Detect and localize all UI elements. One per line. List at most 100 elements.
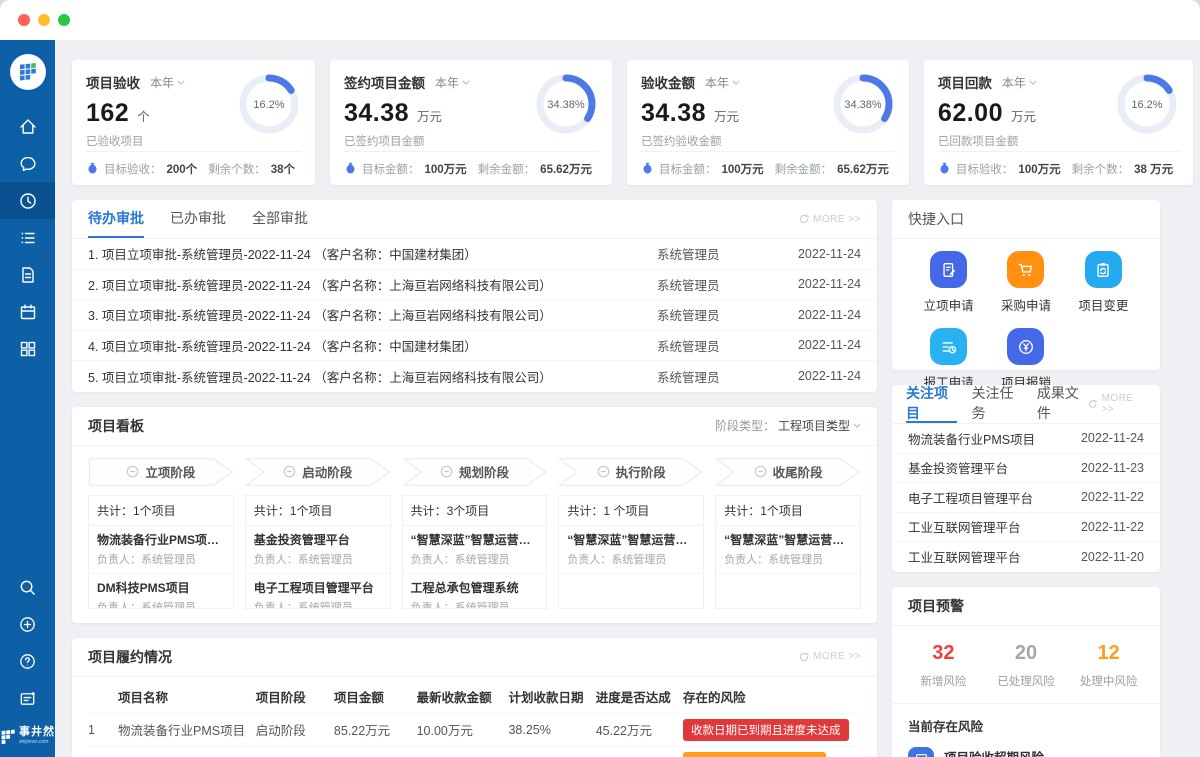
sidebar-item-calendar[interactable] [0, 293, 55, 330]
stage-status-icon [754, 465, 767, 478]
kpi-title: 项目验收 [86, 72, 140, 92]
kanban-card[interactable]: DM科技PMS项目负责人：系统管理员 [89, 574, 233, 609]
cart-icon [1017, 261, 1035, 279]
period-select[interactable]: 本年 [435, 74, 470, 91]
stage-arrow-closing[interactable]: 收尾阶段 [715, 458, 861, 486]
approvals-more-link[interactable]: MORE >> [799, 214, 861, 225]
quick-entry-initiation[interactable]: 立项申请 [910, 251, 987, 314]
table-row[interactable]: 2 科学技术数字化管理平台 规划阶段 32.23万元 16.00万元 49.35… [88, 747, 861, 757]
period-select[interactable]: 本年 [1002, 74, 1037, 91]
sidebar-item-search[interactable] [0, 569, 55, 606]
warning-title: 项目预警 [908, 596, 964, 616]
kpi-card-acceptance: 项目验收 本年 162个 已验收项目 16.2% [72, 60, 315, 185]
kpi-subtitle: 已签约项目金额 [344, 133, 470, 149]
stage-arrow-planning[interactable]: 规划阶段 [402, 458, 548, 486]
quick-entry-reimburse[interactable]: 项目报销 [987, 328, 1064, 391]
kpi-card-signed-amount: 签约项目金额 本年 34.38万元 已签约项目金额 34.38% [330, 60, 612, 185]
warning-panel: 项目预警 32 新增风险 20 已处理风险 [892, 587, 1160, 757]
sidebar-item-documents[interactable] [0, 256, 55, 293]
calendar-icon [18, 302, 38, 322]
chevron-down-icon [853, 423, 861, 428]
approval-row[interactable]: 1. 项目立项审批-系统管理员-2022-11-24 （客户名称：中国建材集团）… [72, 239, 877, 270]
stage-status-icon [126, 465, 139, 478]
kanban-title: 项目看板 [88, 416, 144, 436]
feedback-icon [18, 689, 37, 708]
quick-entry-purchase[interactable]: 采购申请 [987, 251, 1064, 314]
quick-entry-title: 快捷入口 [908, 209, 964, 229]
tab-watch-projects[interactable]: 关注项目 [906, 385, 957, 423]
stage-arrow-execution[interactable]: 执行阶段 [558, 458, 704, 486]
chevron-down-icon [462, 80, 470, 85]
stage-column-startup: 共计：1个项目 基金投资管理平台负责人：系统管理员 电子工程项目管理平台负责人：… [245, 495, 391, 609]
tab-result-files[interactable]: 成果文件 [1037, 385, 1088, 423]
sidebar-item-projects[interactable] [0, 182, 55, 219]
tab-done-approvals[interactable]: 已办审批 [170, 200, 226, 238]
kanban-card[interactable]: 物流装备行业PMS项目管...负责人：系统管理员 [89, 526, 233, 574]
sidebar-item-feedback[interactable] [0, 680, 55, 717]
performance-panel: 项目履约情况 MORE >> 项目名称 项目阶段 项目金额 最新收款金额 计划收… [72, 638, 877, 757]
list-icon [18, 228, 38, 248]
kanban-card[interactable]: “智慧深蓝”智慧运营系统负责人：系统管理员 [403, 526, 547, 574]
performance-title: 项目履约情况 [88, 647, 172, 667]
close-button[interactable] [18, 14, 30, 26]
moneybag-icon [641, 162, 654, 175]
approval-row[interactable]: 5. 项目立项审批-系统管理员-2022-11-24 （客户名称：上海亘岩网络科… [72, 361, 877, 392]
sidebar-item-help[interactable] [0, 643, 55, 680]
plus-circle-icon [18, 615, 37, 634]
table-row[interactable]: 1 物流装备行业PMS项目 启动阶段 85.22万元 10.00万元 38.25… [88, 714, 861, 747]
app-logo[interactable] [10, 54, 46, 90]
watch-panel: 关注项目 关注任务 成果文件 MORE >> 物流装备行业PMS项目2022-1… [892, 385, 1160, 572]
minimize-button[interactable] [38, 14, 50, 26]
approval-row[interactable]: 2. 项目立项审批-系统管理员-2022-11-24 （客户名称：上海亘岩网络科… [72, 270, 877, 301]
approval-row[interactable]: 3. 项目立项审批-系统管理员-2022-11-24 （客户名称：上海亘岩网络科… [72, 300, 877, 331]
watch-more-link[interactable]: MORE >> [1088, 393, 1146, 415]
sidebar-item-tasks[interactable] [0, 219, 55, 256]
yuan-circle-icon [1017, 338, 1035, 356]
brand-logo: 事井然shijinran.com [0, 727, 55, 745]
tab-watch-tasks[interactable]: 关注任务 [971, 385, 1022, 423]
sidebar-item-home[interactable] [0, 108, 55, 145]
stat-processing-risks: 12 处理中风险 [1067, 642, 1150, 689]
kpi-subtitle: 已回款项目金额 [938, 133, 1037, 149]
kanban-card[interactable]: 工程总承包管理系统负责人：系统管理员 [403, 574, 547, 609]
quick-entry-change[interactable]: 项目变更 [1065, 251, 1142, 314]
home-icon [18, 117, 38, 137]
window-titlebar [0, 0, 1200, 40]
refresh-icon [799, 652, 809, 662]
zoom-button[interactable] [58, 14, 70, 26]
refresh-icon [1088, 399, 1097, 409]
stage-column-planning: 共计：3个项目 “智慧深蓝”智慧运营系统负责人：系统管理员 工程总承包管理系统负… [402, 495, 548, 609]
risk-badge: 收款日期已到期且进度未达成 [683, 719, 849, 741]
watch-row[interactable]: 电子工程项目管理平台2022-11-22 [892, 483, 1160, 513]
period-select[interactable]: 本年 [150, 74, 185, 91]
stat-new-risks: 32 新增风险 [902, 642, 985, 689]
sidebar-item-apps[interactable] [0, 330, 55, 367]
tab-all-approvals[interactable]: 全部审批 [252, 200, 308, 238]
stage-arrow-startup[interactable]: 启动阶段 [245, 458, 391, 486]
donut-chart: 16.2% [1115, 72, 1179, 136]
sidebar-item-create[interactable] [0, 606, 55, 643]
approval-row[interactable]: 4. 项目立项审批-系统管理员-2022-11-24 （客户名称：中国建材集团）… [72, 331, 877, 362]
kanban-card[interactable]: 电子工程项目管理平台负责人：系统管理员 [246, 574, 390, 609]
grid-icon [18, 339, 38, 359]
watch-row[interactable]: 基金投资管理平台2022-11-23 [892, 454, 1160, 484]
stage-type-select[interactable]: 阶段类型： 工程项目类型 [715, 417, 861, 434]
watch-row[interactable]: 工业互联网管理平台2022-11-22 [892, 513, 1160, 543]
stat-handled-risks: 20 已处理风险 [985, 642, 1068, 689]
refresh-icon [799, 214, 809, 224]
quick-entry-work-report[interactable]: 报工申请 [910, 328, 987, 391]
watch-row[interactable]: 工业互联网管理平台2022-11-20 [892, 542, 1160, 572]
kanban-card[interactable]: “智慧深蓝”智慧运营系统负责人：系统管理员 [716, 526, 860, 574]
period-select[interactable]: 本年 [705, 74, 740, 91]
stage-status-icon [440, 465, 453, 478]
chevron-down-icon [177, 80, 185, 85]
performance-more-link[interactable]: MORE >> [799, 651, 861, 662]
watch-row[interactable]: 物流装备行业PMS项目2022-11-24 [892, 424, 1160, 454]
kanban-card[interactable]: 基金投资管理平台负责人：系统管理员 [246, 526, 390, 574]
kanban-card[interactable]: “智慧深蓝”智慧运营系统负责人：系统管理员 [559, 526, 703, 574]
stage-column-closing: 共计：1个项目 “智慧深蓝”智慧运营系统负责人：系统管理员 [715, 495, 861, 609]
stage-arrow-initiation[interactable]: 立项阶段 [88, 458, 234, 486]
sidebar-item-messages[interactable] [0, 145, 55, 182]
tab-pending-approvals[interactable]: 待办审批 [88, 200, 144, 238]
risk-item[interactable]: 项目验收超期风险 项目验收超过指定天数 [908, 747, 1144, 757]
